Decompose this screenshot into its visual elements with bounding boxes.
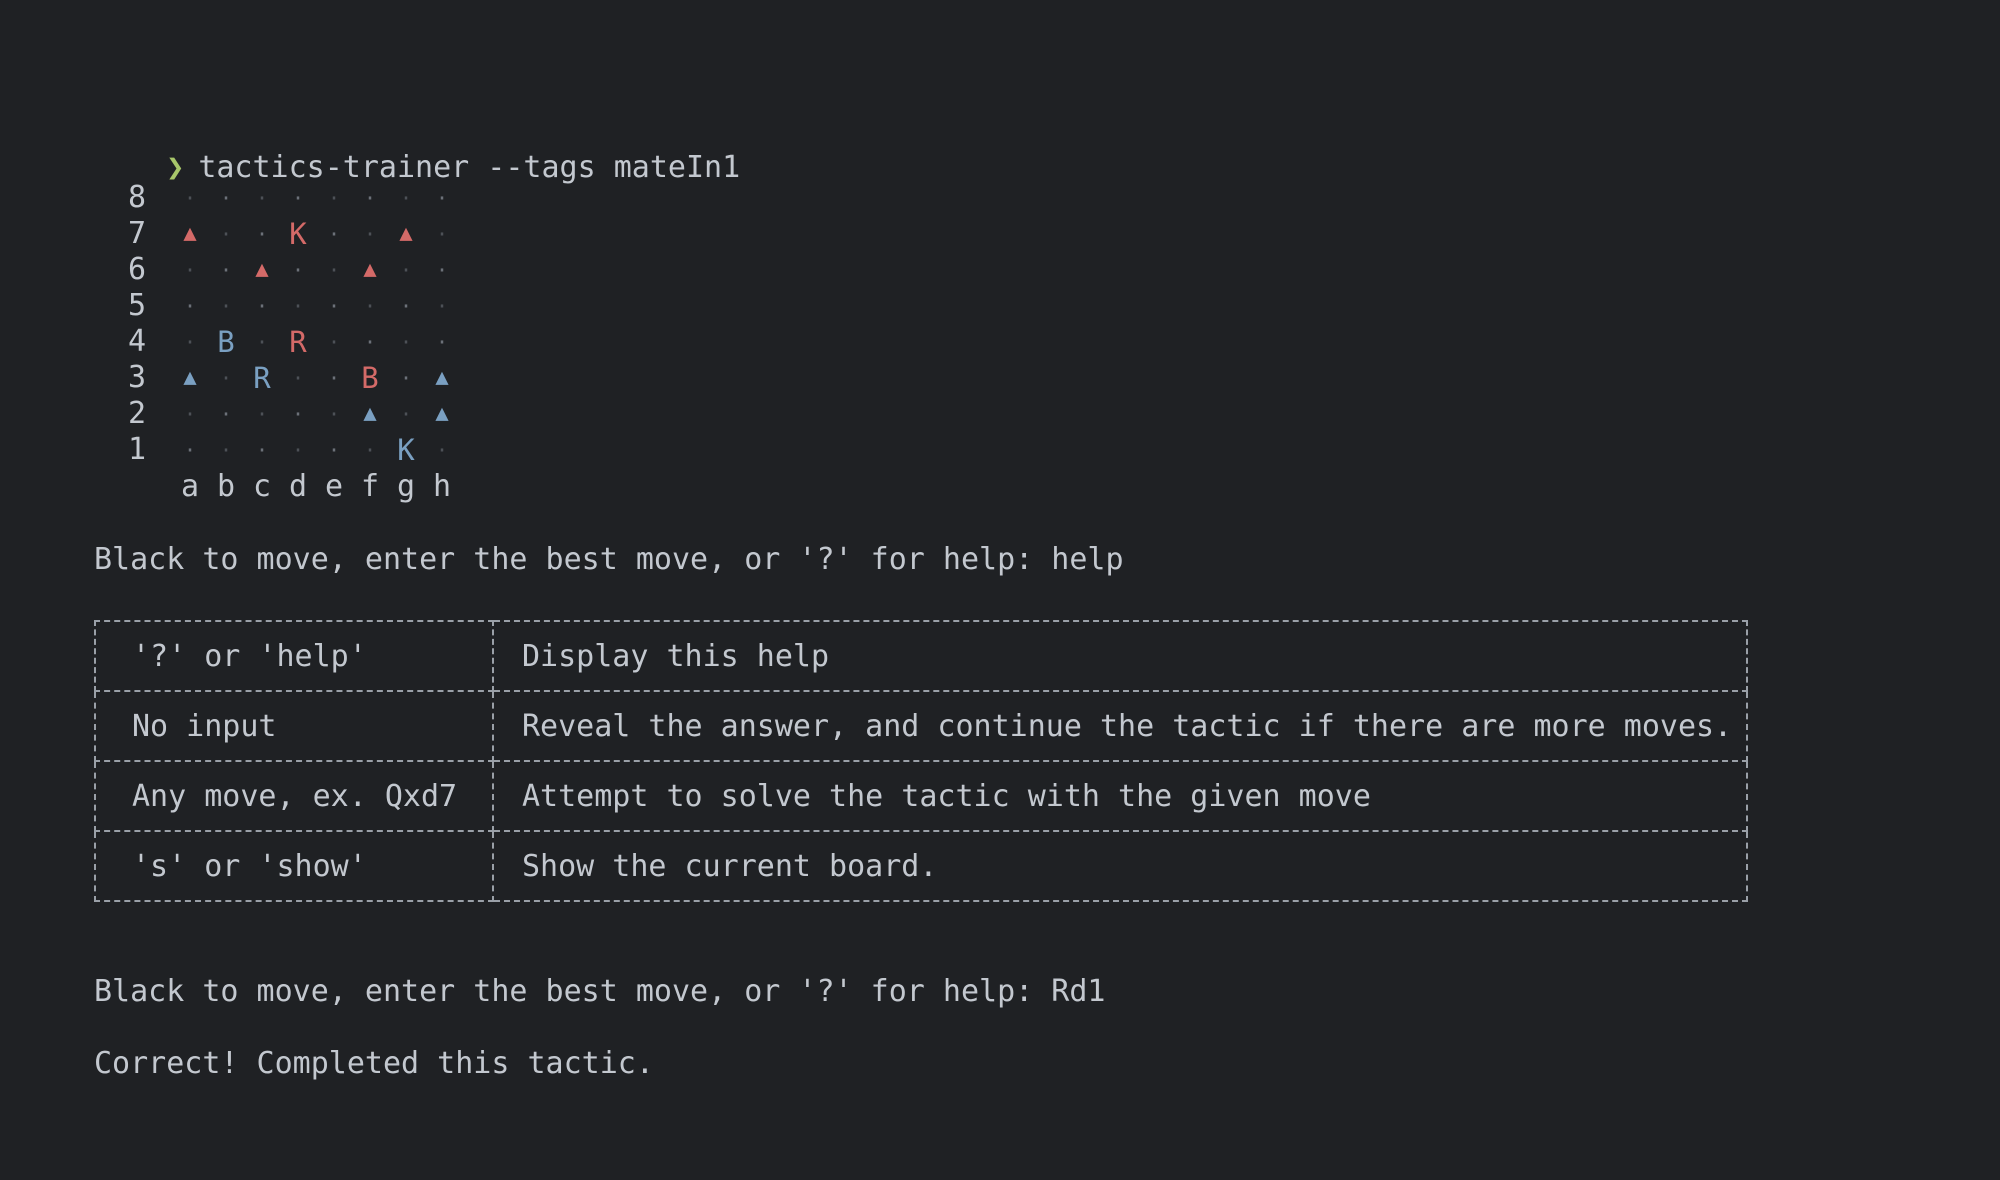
rank-label: 8 <box>128 180 147 215</box>
empty-square: · <box>435 186 449 210</box>
empty-square: · <box>327 366 341 390</box>
file-label: c <box>252 469 272 504</box>
empty-square: · <box>219 258 233 282</box>
empty-square: · <box>291 402 305 426</box>
file-label: b <box>216 469 236 504</box>
empty-square: · <box>399 186 413 210</box>
empty-square: · <box>435 258 449 282</box>
empty-square: · <box>183 402 197 426</box>
empty-square: · <box>183 438 197 462</box>
file-label: d <box>288 469 308 504</box>
rank-label: 6 <box>128 252 147 287</box>
result-message: Correct! Completed this tactic. <box>94 1046 654 1081</box>
empty-square: · <box>327 258 341 282</box>
empty-square: · <box>435 222 449 246</box>
rank-label: 1 <box>128 432 147 467</box>
terminal-window[interactable]: • •••••• •• • •••• •••••••••• •• •• ❯tac… <box>94 0 1974 1180</box>
white-pawn-piece: ▲ <box>435 401 449 426</box>
empty-square: · <box>255 186 269 210</box>
empty-square: · <box>291 294 305 318</box>
help-description-cell: Reveal the answer, and continue the tact… <box>492 690 1748 762</box>
empty-square: · <box>255 294 269 318</box>
empty-square: · <box>255 222 269 246</box>
empty-square: · <box>183 186 197 210</box>
black-pawn-piece: ▲ <box>363 257 377 282</box>
white-rook-piece: R <box>253 361 271 395</box>
clipped-previous-line: • •••••• •• • •••• •••••••••• •• •• <box>94 86 1294 102</box>
empty-square: · <box>363 438 377 462</box>
black-pawn-piece: ▲ <box>255 257 269 282</box>
empty-square: · <box>435 330 449 354</box>
white-pawn-piece: ▲ <box>435 365 449 390</box>
empty-square: · <box>291 186 305 210</box>
empty-square: · <box>399 294 413 318</box>
white-pawn-piece: ▲ <box>363 401 377 426</box>
rank-label: 4 <box>128 324 147 359</box>
empty-square: · <box>291 438 305 462</box>
rank-label: 5 <box>128 288 147 323</box>
empty-square: · <box>399 258 413 282</box>
empty-square: · <box>435 438 449 462</box>
empty-square: · <box>363 222 377 246</box>
black-pawn-piece: ▲ <box>183 221 197 246</box>
empty-square: · <box>219 294 233 318</box>
empty-square: · <box>363 330 377 354</box>
empty-square: · <box>255 402 269 426</box>
empty-square: · <box>327 438 341 462</box>
white-bishop-piece: B <box>217 325 235 359</box>
table-row: 's' or 'show' Show the current board. <box>94 830 1748 902</box>
empty-square: · <box>219 366 233 390</box>
empty-square: · <box>435 294 449 318</box>
table-row: Any move, ex. Qxd7 Attempt to solve the … <box>94 760 1748 832</box>
table-row: '?' or 'help' Display this help <box>94 620 1748 692</box>
empty-square: · <box>183 294 197 318</box>
black-king-piece: K <box>289 217 307 251</box>
help-input-cell: '?' or 'help' <box>94 620 494 692</box>
empty-square: · <box>327 402 341 426</box>
rank-label: 2 <box>128 396 147 431</box>
help-input-cell: Any move, ex. Qxd7 <box>94 760 494 832</box>
file-label: a <box>180 469 200 504</box>
white-king-piece: K <box>397 433 415 467</box>
empty-square: · <box>363 186 377 210</box>
empty-square: · <box>327 330 341 354</box>
file-label: g <box>396 469 416 504</box>
black-rook-piece: R <box>289 325 307 359</box>
empty-square: · <box>363 294 377 318</box>
move-prompt-help: Black to move, enter the best move, or '… <box>94 542 1124 577</box>
empty-square: · <box>327 186 341 210</box>
empty-square: · <box>183 258 197 282</box>
help-input-cell: No input <box>94 690 494 762</box>
black-bishop-piece: B <box>361 361 379 395</box>
white-pawn-piece: ▲ <box>183 365 197 390</box>
empty-square: · <box>399 402 413 426</box>
empty-square: · <box>219 222 233 246</box>
empty-square: · <box>291 366 305 390</box>
help-table: '?' or 'help' Display this help No input… <box>94 620 1748 902</box>
black-pawn-piece: ▲ <box>399 221 413 246</box>
empty-square: · <box>327 222 341 246</box>
empty-square: · <box>255 438 269 462</box>
empty-square: · <box>399 330 413 354</box>
help-description-cell: Display this help <box>492 620 1748 692</box>
help-description-cell: Show the current board. <box>492 830 1748 902</box>
empty-square: · <box>219 402 233 426</box>
empty-square: · <box>255 330 269 354</box>
file-label: e <box>324 469 344 504</box>
file-label: f <box>360 469 380 504</box>
empty-square: · <box>183 330 197 354</box>
file-label: h <box>432 469 452 504</box>
empty-square: · <box>327 294 341 318</box>
rank-label: 3 <box>128 360 147 395</box>
empty-square: · <box>219 438 233 462</box>
help-description-cell: Attempt to solve the tactic with the giv… <box>492 760 1748 832</box>
rank-label: 7 <box>128 216 147 251</box>
move-prompt-answer: Black to move, enter the best move, or '… <box>94 974 1106 1009</box>
empty-square: · <box>219 186 233 210</box>
help-input-cell: 's' or 'show' <box>94 830 494 902</box>
empty-square: · <box>399 366 413 390</box>
table-row: No input Reveal the answer, and continue… <box>94 690 1748 762</box>
empty-square: · <box>291 258 305 282</box>
